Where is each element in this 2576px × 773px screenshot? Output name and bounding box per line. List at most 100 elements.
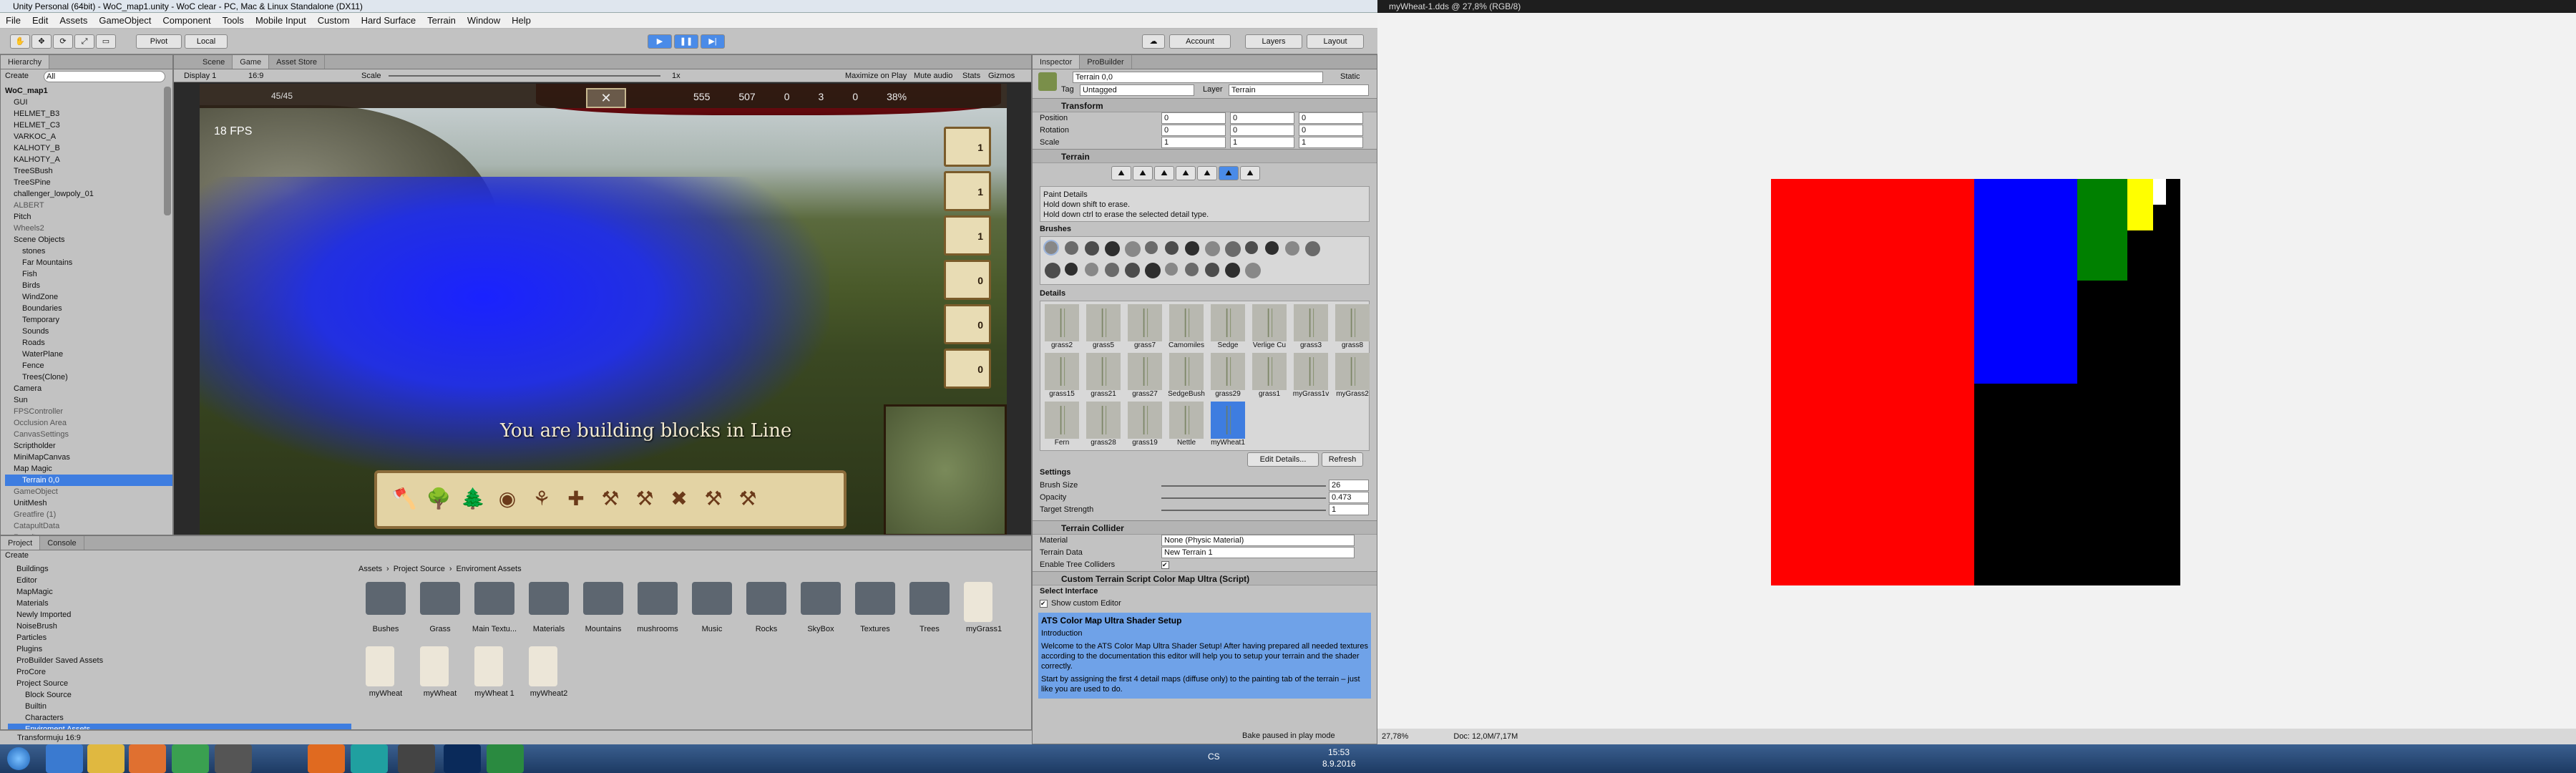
build-slot[interactable]: 1 bbox=[944, 127, 991, 167]
hierarchy-item[interactable]: VARKOC_A bbox=[5, 131, 172, 142]
language-indicator[interactable]: CS bbox=[1208, 752, 1220, 762]
brush-swatch[interactable] bbox=[1145, 263, 1161, 278]
terrain-tool-button[interactable]: ⛰ bbox=[1197, 166, 1217, 180]
menu-item[interactable]: Mobile Input bbox=[250, 13, 312, 28]
asset-folder-icon[interactable] bbox=[909, 582, 950, 615]
brush-swatch[interactable] bbox=[1165, 263, 1178, 276]
hierarchy-scrollbar[interactable] bbox=[164, 87, 171, 215]
detail-thumb[interactable] bbox=[1045, 304, 1079, 341]
display-dropdown[interactable]: Display 1 bbox=[184, 69, 216, 82]
tab-asset-store[interactable]: Asset Store bbox=[269, 55, 326, 69]
brush-swatch[interactable] bbox=[1205, 241, 1220, 256]
hierarchy-item[interactable]: GUI bbox=[5, 97, 172, 108]
hierarchy-create-button[interactable]: Create bbox=[5, 72, 29, 80]
scale-z-field[interactable]: 1 bbox=[1299, 137, 1363, 148]
maya-icon[interactable] bbox=[351, 744, 388, 773]
app-icon[interactable] bbox=[487, 744, 524, 773]
rotation-x-field[interactable]: 0 bbox=[1161, 125, 1226, 136]
firefox-icon[interactable] bbox=[308, 744, 345, 773]
brush-size-slider[interactable] bbox=[1161, 485, 1326, 487]
hierarchy-item[interactable]: KALHOTY_A bbox=[5, 154, 172, 165]
hierarchy-item[interactable]: Temporary bbox=[5, 314, 172, 326]
brush-swatch[interactable] bbox=[1205, 263, 1219, 277]
project-folder-item[interactable]: Block Source bbox=[8, 689, 351, 701]
hierarchy-item[interactable]: FPSController bbox=[5, 406, 172, 417]
rotate-tool-button[interactable]: ⟳ bbox=[53, 34, 73, 49]
brush-swatch[interactable] bbox=[1185, 263, 1199, 276]
terrain-tool-button[interactable]: ⛰ bbox=[1219, 166, 1239, 180]
build-tool-icon[interactable]: ⚒ bbox=[595, 480, 626, 517]
refresh-button[interactable]: Refresh bbox=[1322, 452, 1363, 467]
zoom-level[interactable]: 27,78% bbox=[1382, 732, 1408, 741]
terrain-tool-button[interactable]: ⛰ bbox=[1111, 166, 1131, 180]
menu-item[interactable]: Hard Surface bbox=[356, 13, 422, 28]
hierarchy-item[interactable]: stones bbox=[5, 245, 172, 257]
material-field[interactable]: None (Physic Material) bbox=[1161, 535, 1355, 546]
hierarchy-item[interactable]: UnitMesh bbox=[5, 497, 172, 509]
detail-thumb[interactable] bbox=[1086, 353, 1121, 390]
play-button[interactable]: ▶ bbox=[648, 34, 672, 49]
terrain-tool-button[interactable]: ⛰ bbox=[1133, 166, 1153, 180]
breadcrumb-item[interactable]: Project Source bbox=[394, 565, 445, 573]
menu-item[interactable]: Custom bbox=[312, 13, 356, 28]
hierarchy-item[interactable]: Roads bbox=[5, 337, 172, 349]
brush-swatch[interactable] bbox=[1085, 241, 1099, 256]
asset-texture-icon[interactable] bbox=[366, 646, 394, 686]
scale-y-field[interactable]: 1 bbox=[1230, 137, 1294, 148]
menu-item[interactable]: File bbox=[0, 13, 26, 28]
hierarchy-search-input[interactable]: All bbox=[44, 71, 165, 82]
explorer-icon[interactable] bbox=[87, 744, 125, 773]
menu-item[interactable]: Window bbox=[462, 13, 506, 28]
hierarchy-item[interactable]: GameObject bbox=[5, 486, 172, 497]
hierarchy-item[interactable]: TreeSBush bbox=[5, 165, 172, 177]
build-tool-icon[interactable]: 🌳 bbox=[423, 480, 454, 517]
menu-item[interactable]: Tools bbox=[217, 13, 250, 28]
clock-time[interactable]: 15:53 bbox=[1328, 747, 1350, 757]
menu-item[interactable]: Terrain bbox=[421, 13, 462, 28]
detail-thumb[interactable] bbox=[1211, 353, 1245, 390]
build-slot[interactable]: 0 bbox=[944, 349, 991, 389]
hierarchy-item[interactable]: Map Magic bbox=[5, 463, 172, 475]
tab-project[interactable]: Project bbox=[1, 536, 41, 550]
build-tool-icon[interactable]: ✚ bbox=[560, 480, 592, 517]
hud-close-button[interactable]: ✕ bbox=[586, 88, 626, 108]
brush-swatch[interactable] bbox=[1145, 241, 1158, 254]
hierarchy-item[interactable]: WaterPlane bbox=[5, 349, 172, 360]
project-folder-item[interactable]: Newly Imported bbox=[8, 609, 351, 621]
project-folder-item[interactable]: Particles bbox=[8, 632, 351, 643]
account-dropdown[interactable]: Account bbox=[1169, 34, 1231, 49]
aspect-dropdown[interactable]: 16:9 bbox=[248, 69, 263, 82]
hierarchy-item[interactable]: Scriptholder bbox=[5, 440, 172, 452]
chrome-icon[interactable] bbox=[172, 744, 209, 773]
photoshop-icon[interactable] bbox=[444, 744, 481, 773]
detail-thumb[interactable] bbox=[1294, 304, 1328, 341]
hierarchy-item[interactable]: Trees(Clone) bbox=[5, 371, 172, 383]
hierarchy-item[interactable]: Wheels2 bbox=[5, 223, 172, 234]
brush-swatch[interactable] bbox=[1085, 263, 1098, 276]
brush-swatch[interactable] bbox=[1125, 263, 1140, 278]
breadcrumb-item[interactable]: Assets bbox=[358, 565, 382, 573]
asset-folder-icon[interactable] bbox=[801, 582, 841, 615]
detail-thumb[interactable] bbox=[1211, 304, 1245, 341]
detail-thumb[interactable] bbox=[1128, 353, 1162, 390]
brush-swatch[interactable] bbox=[1265, 241, 1279, 255]
tag-dropdown[interactable]: Untagged bbox=[1080, 84, 1194, 96]
build-tool-icon[interactable]: 🌲 bbox=[457, 480, 489, 517]
hierarchy-item[interactable]: Sounds bbox=[5, 326, 172, 337]
asset-folder-icon[interactable] bbox=[746, 582, 786, 615]
project-folder-item[interactable]: Project Source bbox=[8, 678, 351, 689]
rotation-y-field[interactable]: 0 bbox=[1230, 125, 1294, 136]
hierarchy-item[interactable]: Pitch bbox=[5, 211, 172, 223]
menu-item[interactable]: Edit bbox=[26, 13, 54, 28]
brush-size-field[interactable]: 26 bbox=[1329, 480, 1369, 491]
hierarchy-item[interactable]: HELMET_C3 bbox=[5, 120, 172, 131]
target-strength-field[interactable]: 1 bbox=[1329, 504, 1369, 515]
hierarchy-item[interactable]: CatapultData bbox=[5, 520, 172, 532]
brush-swatch[interactable] bbox=[1165, 241, 1179, 255]
opacity-field[interactable]: 0.473 bbox=[1329, 492, 1369, 503]
detail-thumb[interactable] bbox=[1335, 304, 1370, 341]
scale-x-field[interactable]: 1 bbox=[1161, 137, 1226, 148]
brush-swatch[interactable] bbox=[1285, 241, 1299, 256]
step-button[interactable]: ▶| bbox=[701, 34, 725, 49]
tab-scene[interactable]: Scene bbox=[195, 55, 233, 69]
